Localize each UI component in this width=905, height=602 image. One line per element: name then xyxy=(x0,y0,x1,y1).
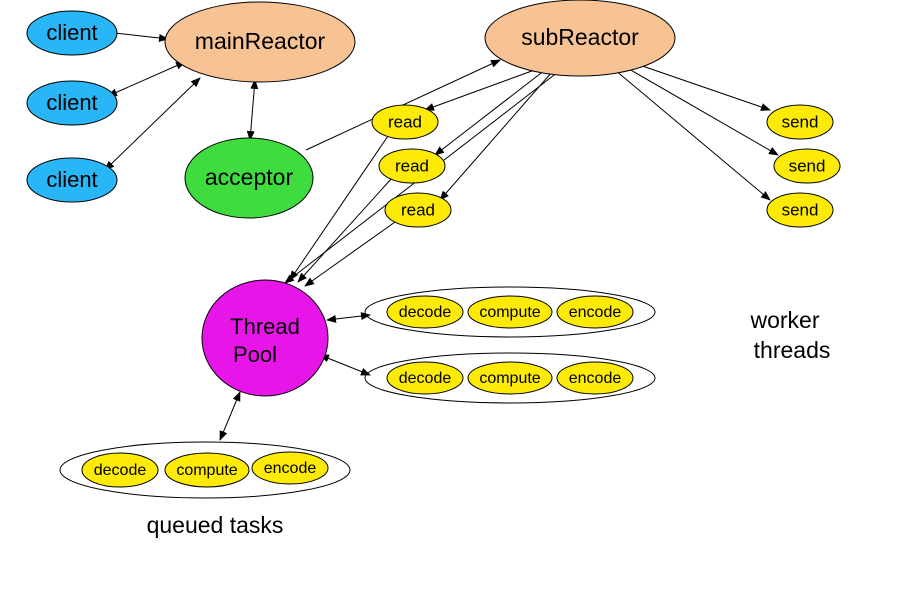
decode-node-2: decode xyxy=(387,362,463,394)
read-label: read xyxy=(388,112,422,131)
compute-node-2: compute xyxy=(468,362,552,394)
svg-text:encode: encode xyxy=(569,370,622,387)
svg-text:encode: encode xyxy=(569,304,622,321)
worker-threads-label-2: threads xyxy=(754,337,831,363)
main-reactor-node: mainReactor xyxy=(165,2,355,82)
send-node-2: send xyxy=(774,149,840,183)
thread-pool-label-2: Pool xyxy=(233,342,277,367)
thread-pool-label-1: Thread xyxy=(230,314,300,339)
main-reactor-label: mainReactor xyxy=(195,28,326,54)
svg-text:compute: compute xyxy=(176,462,237,479)
compute-node-1: compute xyxy=(468,296,552,328)
svg-text:encode: encode xyxy=(264,460,317,477)
encode-node-3: encode xyxy=(252,452,328,484)
encode-node-1: encode xyxy=(557,296,633,328)
client-label: client xyxy=(46,90,97,115)
send-label: send xyxy=(782,112,819,131)
send-label: send xyxy=(789,156,826,175)
worker-group-1: decode compute encode xyxy=(365,287,655,337)
client-node-2: client xyxy=(27,81,117,125)
read-node-2: read xyxy=(379,149,445,183)
svg-text:decode: decode xyxy=(399,370,452,387)
thread-pool-node: Thread Pool xyxy=(202,280,328,396)
decode-node-1: decode xyxy=(387,296,463,328)
worker-group-2: decode compute encode xyxy=(365,353,655,403)
compute-node-3: compute xyxy=(165,453,249,487)
encode-node-2: encode xyxy=(557,362,633,394)
read-node-3: read xyxy=(385,193,451,227)
client-label: client xyxy=(46,167,97,192)
client-label: client xyxy=(46,20,97,45)
read-node-1: read xyxy=(372,105,438,139)
send-node-3: send xyxy=(767,193,833,227)
worker-threads-label-1: worker xyxy=(749,307,819,333)
svg-text:decode: decode xyxy=(399,304,452,321)
client-node-3: client xyxy=(27,158,117,202)
queued-tasks-group: decode compute encode xyxy=(60,442,350,498)
read-label: read xyxy=(401,200,435,219)
read-label: read xyxy=(395,156,429,175)
send-node-1: send xyxy=(767,105,833,139)
send-label: send xyxy=(782,200,819,219)
acceptor-label: acceptor xyxy=(205,164,294,190)
svg-text:compute: compute xyxy=(479,304,540,321)
reactor-diagram: client client client mainReactor subReac… xyxy=(0,0,905,602)
sub-reactor-label: subReactor xyxy=(521,24,639,50)
sub-reactor-node: subReactor xyxy=(485,0,675,76)
client-node-1: client xyxy=(27,11,117,55)
svg-text:compute: compute xyxy=(479,370,540,387)
decode-node-3: decode xyxy=(82,453,158,487)
queued-tasks-label: queued tasks xyxy=(147,512,284,538)
svg-text:decode: decode xyxy=(94,462,147,479)
acceptor-node: acceptor xyxy=(185,138,313,218)
